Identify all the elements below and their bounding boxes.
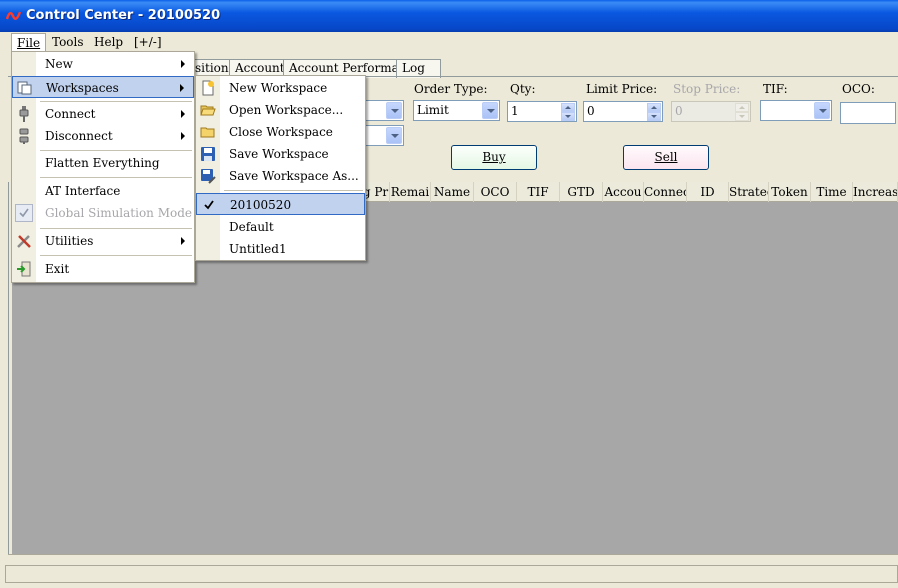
spin-down-icon[interactable] <box>647 112 661 121</box>
submenu-arrow-icon <box>180 84 184 92</box>
stop-price-label: Stop Price: <box>673 82 741 96</box>
menu-file[interactable]: File <box>11 33 47 51</box>
col-header[interactable]: Increas <box>853 182 898 202</box>
menu-separator <box>40 101 192 102</box>
qty-label: Qty: <box>510 82 536 96</box>
workspace-save[interactable]: Save Workspace <box>196 143 365 165</box>
app-logo-icon <box>6 11 22 20</box>
chevron-down-icon[interactable] <box>482 102 498 119</box>
workspaces-icon <box>17 81 32 95</box>
tools-icon <box>17 235 31 248</box>
menu-separator <box>40 150 192 151</box>
save-as-disk-icon <box>201 169 216 184</box>
exit-door-icon <box>17 261 31 277</box>
col-header[interactable]: Remai <box>390 182 431 202</box>
save-disk-icon <box>201 147 215 161</box>
col-header[interactable]: Name <box>431 182 474 202</box>
folder-icon <box>200 127 215 138</box>
col-header[interactable]: ID <box>687 182 729 202</box>
menu-tools[interactable]: Tools <box>47 33 89 51</box>
spin-down-icon[interactable] <box>561 112 575 121</box>
action-combo[interactable] <box>360 125 404 146</box>
sell-button[interactable]: Sell <box>623 145 709 170</box>
col-header[interactable]: Token <box>769 182 811 202</box>
workspace-close[interactable]: Close Workspace <box>196 121 365 143</box>
order-type-value: Limit <box>417 103 449 117</box>
workspace-save-as[interactable]: Save Workspace As... <box>196 165 365 187</box>
chevron-down-icon[interactable] <box>814 102 830 119</box>
qty-stepper[interactable]: 1 <box>507 101 577 122</box>
stop-price-value: 0 <box>675 104 683 118</box>
order-type-combo[interactable]: Limit <box>413 100 500 121</box>
col-header[interactable]: Time <box>811 182 853 202</box>
workspace-20100520[interactable]: 20100520 <box>196 193 365 215</box>
col-header[interactable]: TIF <box>517 182 560 202</box>
tif-label: TIF: <box>763 82 788 96</box>
col-header[interactable]: Accou <box>603 182 644 202</box>
workspace-new[interactable]: New Workspace <box>196 77 365 99</box>
oco-input[interactable] <box>840 102 896 124</box>
col-header[interactable]: GTD <box>560 182 603 202</box>
menu-help[interactable]: Help <box>89 33 128 51</box>
oco-label: OCO: <box>842 82 875 96</box>
file-menu-utilities[interactable]: Utilities <box>12 230 194 252</box>
open-folder-icon <box>200 105 216 116</box>
submenu-arrow-icon <box>181 237 185 245</box>
spin-down-icon <box>735 112 749 121</box>
file-menu-exit[interactable]: Exit <box>12 258 194 280</box>
chevron-down-icon[interactable] <box>386 127 402 144</box>
workspace-open[interactable]: Open Workspace... <box>196 99 365 121</box>
col-header[interactable]: g Pr <box>362 182 390 202</box>
file-menu-flatten-everything[interactable]: Flatten Everything <box>12 152 194 174</box>
splitter[interactable] <box>8 554 898 556</box>
new-document-icon <box>202 80 214 96</box>
spin-up-icon[interactable] <box>561 103 575 112</box>
buy-button[interactable]: Buy <box>451 145 537 170</box>
menu-separator <box>224 190 363 191</box>
spin-up-icon[interactable] <box>647 103 661 112</box>
stop-price-stepper: 0 <box>671 101 751 122</box>
spin-up-icon <box>735 103 749 112</box>
title-bar: Control Center - 20100520 <box>0 0 898 32</box>
file-menu-new[interactable]: New <box>12 53 194 75</box>
workspace-default[interactable]: Default <box>196 216 365 238</box>
instrument-combo[interactable] <box>360 100 404 121</box>
submenu-arrow-icon <box>181 60 185 68</box>
submenu-arrow-icon <box>181 110 185 118</box>
plug-disconnect-icon <box>19 128 29 144</box>
check-icon <box>15 204 33 222</box>
menu-separator <box>40 177 192 178</box>
qty-value: 1 <box>511 104 519 118</box>
col-header[interactable]: Connec <box>644 182 687 202</box>
submenu-arrow-icon <box>181 132 185 140</box>
limit-price-stepper[interactable]: 0 <box>583 101 663 122</box>
file-menu-connect[interactable]: Connect <box>12 103 194 125</box>
file-menu-at-interface[interactable]: AT Interface <box>12 180 194 202</box>
menu-plusminus[interactable]: [+/-] <box>129 33 167 51</box>
file-menu-disconnect[interactable]: Disconnect <box>12 125 194 147</box>
file-menu-global-simulation-mode: Global Simulation Mode <box>12 202 194 224</box>
menu-separator <box>40 228 192 229</box>
workspace-untitled1[interactable]: Untitled1 <box>196 238 365 260</box>
file-menu: New Workspaces Connect Disconnect Flatte… <box>11 51 195 283</box>
status-bar <box>5 565 898 583</box>
tif-combo[interactable] <box>760 100 832 121</box>
limit-price-label: Limit Price: <box>586 82 658 96</box>
window-title: Control Center - 20100520 <box>26 8 221 23</box>
file-menu-workspaces[interactable]: Workspaces <box>12 76 194 98</box>
menu-bar: File Tools Help [+/-] <box>0 32 898 52</box>
order-type-label: Order Type: <box>414 82 488 96</box>
limit-price-value: 0 <box>587 104 595 118</box>
check-icon <box>204 200 214 210</box>
col-header[interactable]: Strateg <box>729 182 769 202</box>
workspaces-submenu: New Workspace Open Workspace... Close Wo… <box>195 75 366 261</box>
menu-separator <box>40 255 192 256</box>
chevron-down-icon[interactable] <box>386 102 402 119</box>
plug-connect-icon <box>19 106 29 122</box>
col-header[interactable]: OCO <box>474 182 517 202</box>
